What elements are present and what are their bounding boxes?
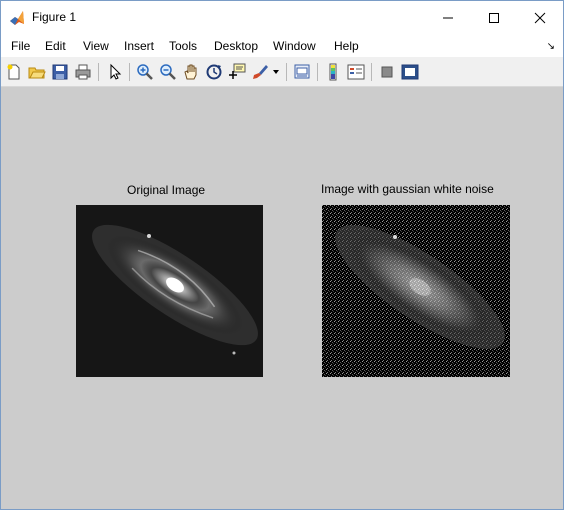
toolbar-separator [286, 63, 287, 81]
toolbar-separator [317, 63, 318, 81]
minimize-button[interactable] [425, 1, 471, 35]
menu-bar: File Edit View Insert Tools Desktop Wind… [1, 35, 563, 57]
zoom-out-icon[interactable] [159, 63, 177, 81]
zoom-in-icon[interactable] [136, 63, 154, 81]
toolbar-separator [371, 63, 372, 81]
menu-tools[interactable]: Tools [169, 39, 197, 53]
data-cursor-icon[interactable] [228, 63, 246, 81]
menu-view[interactable]: View [83, 39, 109, 53]
open-file-icon[interactable] [28, 63, 46, 81]
pan-icon[interactable] [182, 63, 200, 81]
dock-arrow-icon[interactable]: ↘ [547, 41, 555, 52]
hide-plot-tools-icon[interactable] [378, 63, 396, 81]
noisy-image [322, 205, 510, 377]
show-plot-tools-icon[interactable] [401, 63, 419, 81]
close-button[interactable] [517, 1, 563, 35]
menu-file[interactable]: File [11, 39, 30, 53]
insert-legend-icon[interactable] [347, 63, 365, 81]
menu-help[interactable]: Help [334, 39, 359, 53]
link-plot-icon[interactable] [293, 63, 311, 81]
edit-plot-icon[interactable] [106, 63, 124, 81]
menu-window[interactable]: Window [273, 39, 316, 53]
print-icon[interactable] [74, 63, 92, 81]
figure-window: Figure 1 File Edit View Insert Tools Des… [0, 0, 564, 510]
matlab-logo-icon [10, 11, 24, 25]
minimize-icon [443, 17, 453, 19]
title-bar[interactable]: Figure 1 [1, 1, 563, 35]
toolbar-separator [98, 63, 99, 81]
figure-canvas[interactable]: Original Image Image with gaussian white… [1, 87, 563, 509]
rotate-3d-icon[interactable] [205, 63, 223, 81]
window-title: Figure 1 [32, 10, 77, 24]
maximize-button[interactable] [471, 1, 517, 35]
original-image [76, 205, 263, 377]
toolbar-separator [129, 63, 130, 81]
menu-edit[interactable]: Edit [45, 39, 66, 53]
brush-icon[interactable] [251, 63, 269, 81]
menu-insert[interactable]: Insert [124, 39, 154, 53]
brush-dropdown-icon[interactable] [272, 69, 280, 75]
maximize-icon [489, 13, 499, 23]
figure-toolbar [1, 58, 563, 87]
menu-desktop[interactable]: Desktop [214, 39, 258, 53]
new-figure-icon[interactable] [5, 63, 23, 81]
save-icon[interactable] [51, 63, 69, 81]
insert-colorbar-icon[interactable] [324, 63, 342, 81]
left-axes-title: Original Image [127, 183, 206, 197]
close-icon [534, 12, 546, 24]
right-axes-title: Image with gaussian white noise [321, 182, 494, 196]
